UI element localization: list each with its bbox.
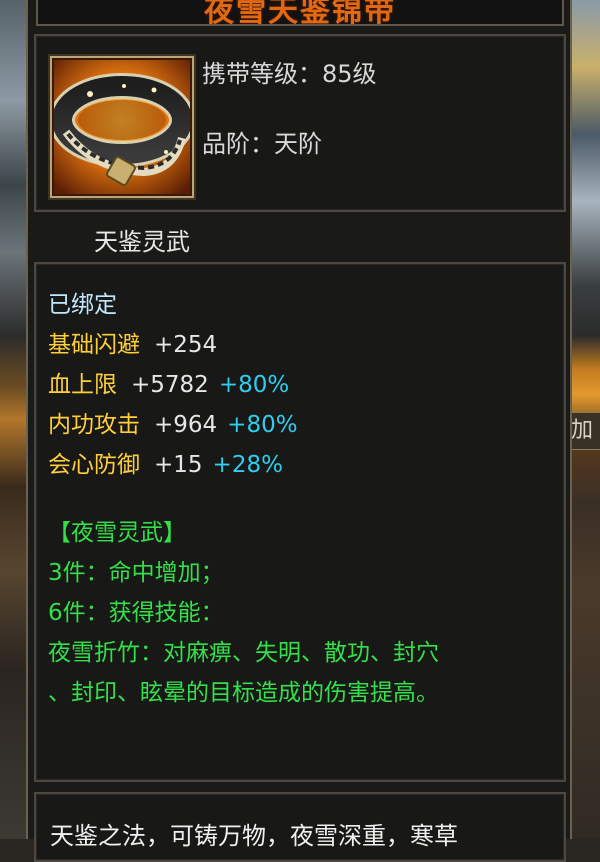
belt-icon xyxy=(50,56,194,198)
carry-level: 携带等级：85级 xyxy=(202,60,377,88)
background-scene-left xyxy=(0,0,26,839)
stat-value: +15 xyxy=(154,452,203,478)
stat-name: 会心防御 xyxy=(48,452,140,478)
item-title: 夜雪天鉴锦带 xyxy=(204,0,396,26)
item-tooltip: 夜雪天鉴锦带 携带等级：85级 品阶：天阶 天鉴灵武 已绑定 基础闪避 +254… xyxy=(26,0,572,862)
set-skill-line-2: 、封印、眩晕的目标造成的伤害提高。 xyxy=(48,680,439,706)
set-bonus-3: 3件：命中增加； xyxy=(48,560,224,586)
stat-row: 基础闪避 +254 xyxy=(48,330,217,360)
lore-text: 天鉴之法，可铸万物，夜雪深重，寒草 xyxy=(50,822,458,850)
item-category: 天鉴灵武 xyxy=(94,228,190,256)
stat-name: 基础闪避 xyxy=(48,332,140,358)
stat-row: 会心防御 +15 +28% xyxy=(48,450,283,480)
stat-row: 内功攻击 +964 +80% xyxy=(48,410,298,440)
stat-percent: +80% xyxy=(227,412,298,438)
bound-status: 已绑定 xyxy=(48,292,117,318)
item-header: 携带等级：85级 品阶：天阶 xyxy=(34,34,566,212)
item-grade: 品阶：天阶 xyxy=(202,130,322,158)
tooltip-title-bar: 夜雪天鉴锦带 xyxy=(36,0,564,26)
stat-value: +5782 xyxy=(131,372,209,398)
stat-name: 内功攻击 xyxy=(48,412,140,438)
lore-panel: 天鉴之法，可铸万物，夜雪深重，寒草 xyxy=(34,792,566,862)
background-side-label: 加 xyxy=(570,412,600,450)
set-bonus-6: 6件：获得技能： xyxy=(48,600,224,626)
stat-value: +964 xyxy=(154,412,218,438)
stat-row: 血上限 +5782 +80% xyxy=(48,370,289,400)
stats-panel: 已绑定 基础闪避 +254 血上限 +5782 +80% 内功攻击 +964 +80% 会… xyxy=(34,262,566,782)
stat-value: +254 xyxy=(154,332,218,358)
set-skill-line-1: 夜雪折竹：对麻痹、失明、散功、封穴 xyxy=(48,640,439,666)
stat-percent: +28% xyxy=(212,452,283,478)
set-name: 【夜雪灵武】 xyxy=(48,520,186,546)
stat-name: 血上限 xyxy=(48,372,117,398)
stat-percent: +80% xyxy=(218,372,290,398)
